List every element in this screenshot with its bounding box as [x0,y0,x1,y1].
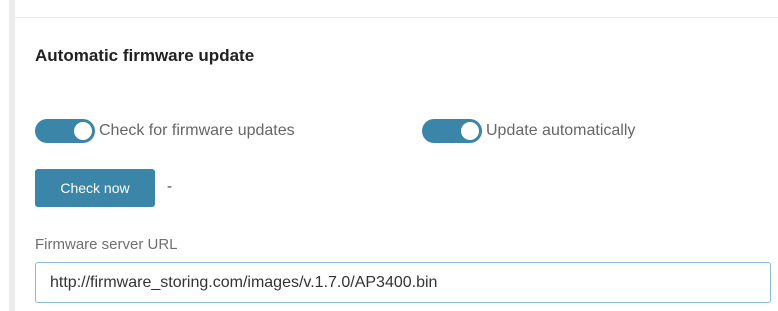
firmware-server-url-label: Firmware server URL [35,236,178,253]
firmware-settings-panel: Automatic firmware update Check for firm… [0,0,778,311]
toggle-knob [461,122,479,140]
check-updates-toggle[interactable] [35,119,95,143]
firmware-server-url-input[interactable] [35,262,771,303]
check-now-button[interactable]: Check now [35,169,155,207]
check-updates-setting: Check for firmware updates [35,119,295,143]
update-automatically-setting: Update automatically [422,119,635,143]
panel-left-border [9,0,15,311]
update-automatically-toggle[interactable] [422,119,482,143]
update-automatically-label: Update automatically [486,122,636,139]
section-title: Automatic firmware update [35,46,255,65]
check-status-text: - [167,178,172,195]
panel-top-divider [15,0,778,18]
check-updates-label: Check for firmware updates [99,122,295,139]
toggle-knob [74,122,92,140]
